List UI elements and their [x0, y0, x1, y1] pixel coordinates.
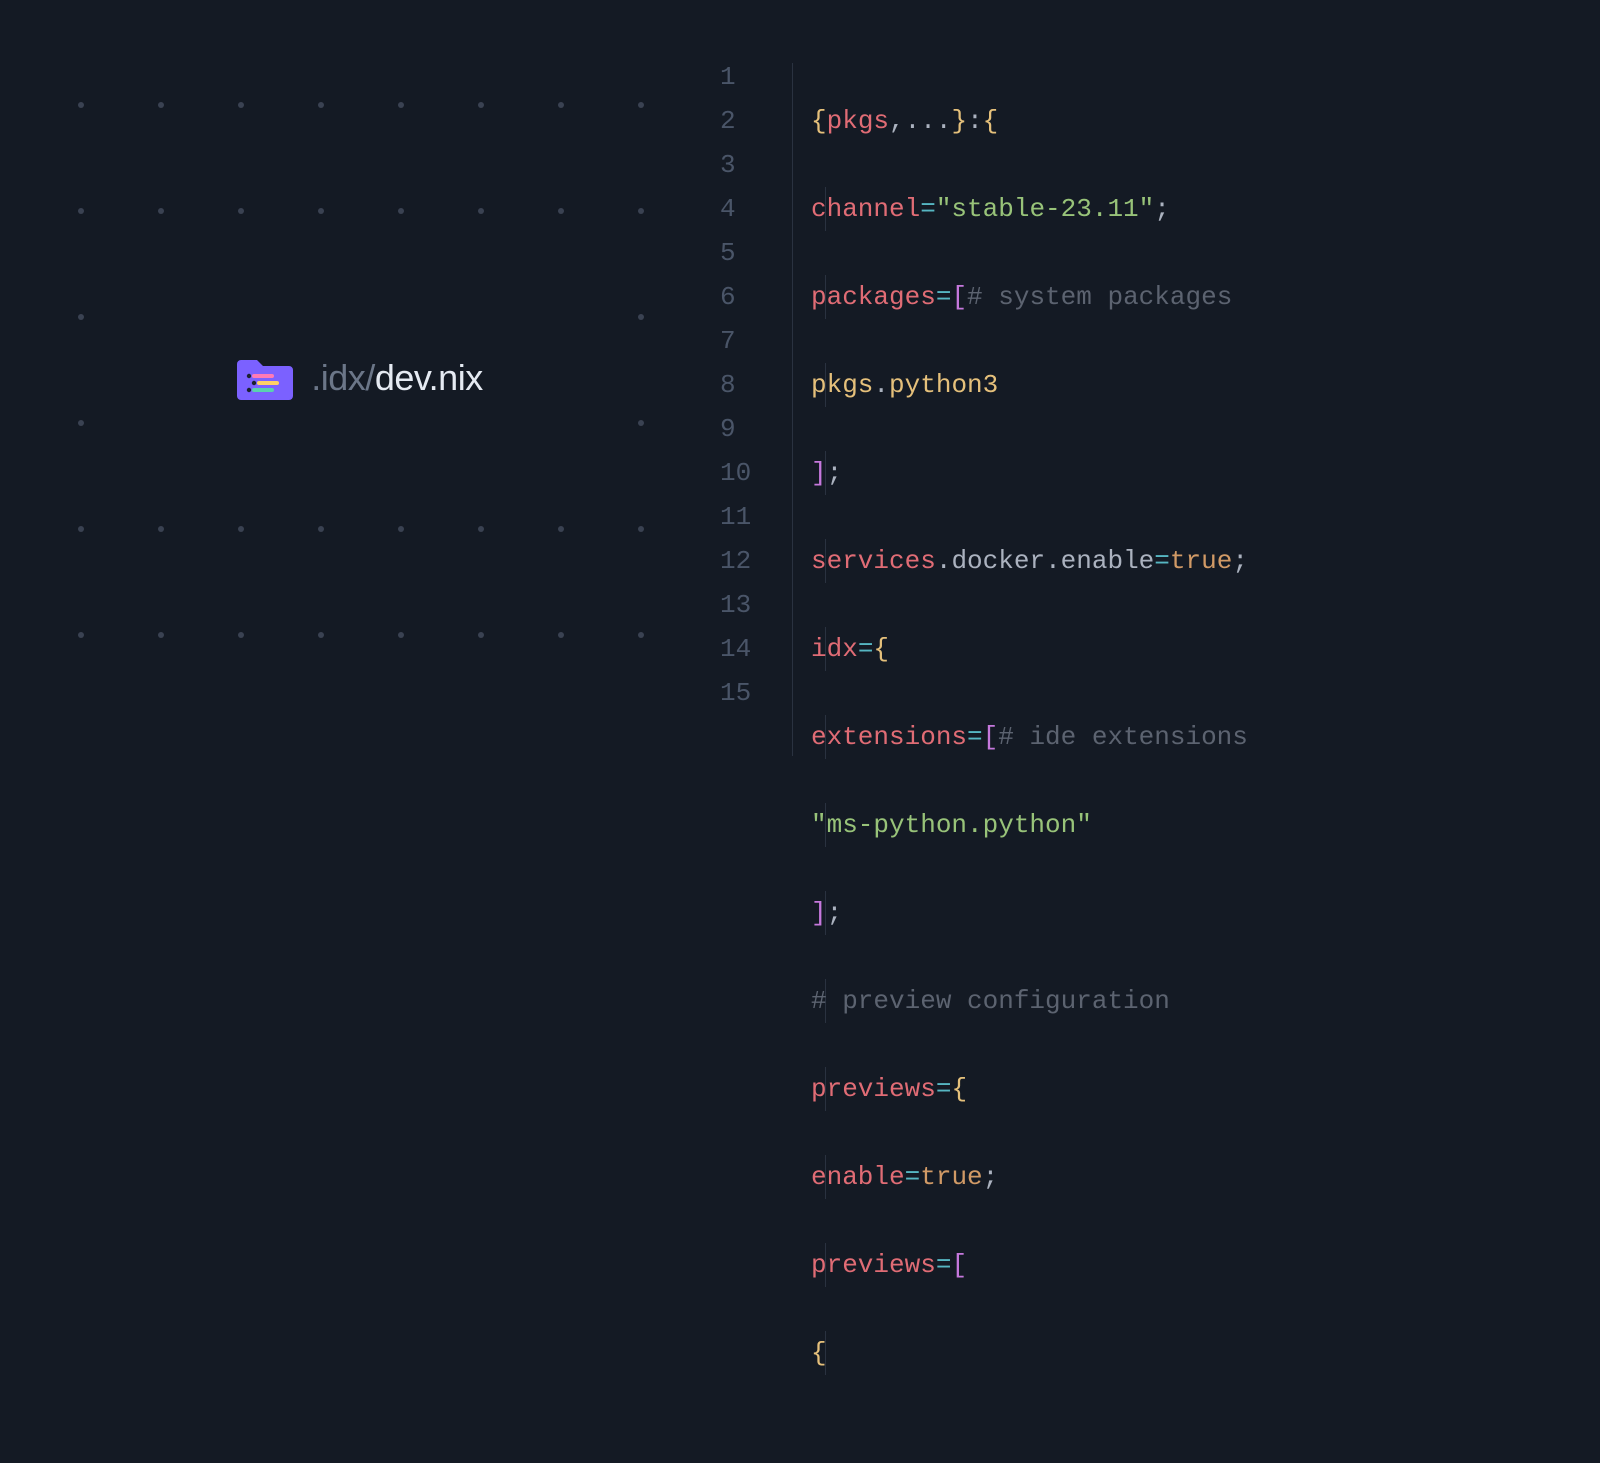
line-number: 7 — [720, 319, 772, 363]
code-line: { pkgs, ... }: { — [811, 99, 1600, 143]
code-line: channel = "stable-23.11"; — [811, 187, 1600, 231]
code-line: extensions = [ # ide extensions — [811, 715, 1600, 759]
code-line: "ms-python.python" — [811, 803, 1600, 847]
code-line: services.docker.enable = true; — [811, 539, 1600, 583]
file-info-panel: .idx/dev.nix — [0, 0, 720, 756]
file-label: .idx/dev.nix — [237, 354, 482, 402]
gutter-separator — [792, 63, 793, 756]
line-number: 13 — [720, 583, 772, 627]
line-number: 1 — [720, 55, 772, 99]
line-number: 3 — [720, 143, 772, 187]
code-line: # preview configuration — [811, 979, 1600, 1023]
code-line: ]; — [811, 891, 1600, 935]
code-content[interactable]: { pkgs, ... }: { channel = "stable-23.11… — [811, 55, 1600, 756]
code-line: idx = { — [811, 627, 1600, 671]
line-number: 12 — [720, 539, 772, 583]
file-name: dev.nix — [375, 357, 483, 398]
file-path: .idx/dev.nix — [311, 357, 482, 399]
folder-icon — [237, 354, 293, 402]
code-line: ]; — [811, 451, 1600, 495]
code-line: { — [811, 1331, 1600, 1375]
line-number: 14 — [720, 627, 772, 671]
line-number: 10 — [720, 451, 772, 495]
code-line: enable = true; — [811, 1155, 1600, 1199]
line-number: 15 — [720, 671, 772, 715]
line-number: 11 — [720, 495, 772, 539]
code-line: pkgs.python3 — [811, 363, 1600, 407]
line-number: 2 — [720, 99, 772, 143]
code-line: previews = { — [811, 1067, 1600, 1111]
line-number: 5 — [720, 231, 772, 275]
line-number: 6 — [720, 275, 772, 319]
code-line: packages = [ # system packages — [811, 275, 1600, 319]
code-editor[interactable]: 123456789101112131415 { pkgs, ... }: { c… — [720, 0, 1600, 756]
code-line: previews = [ — [811, 1243, 1600, 1287]
line-number-gutter: 123456789101112131415 — [720, 55, 792, 756]
file-folder: .idx/ — [311, 357, 375, 398]
line-number: 8 — [720, 363, 772, 407]
line-number: 9 — [720, 407, 772, 451]
line-number: 4 — [720, 187, 772, 231]
